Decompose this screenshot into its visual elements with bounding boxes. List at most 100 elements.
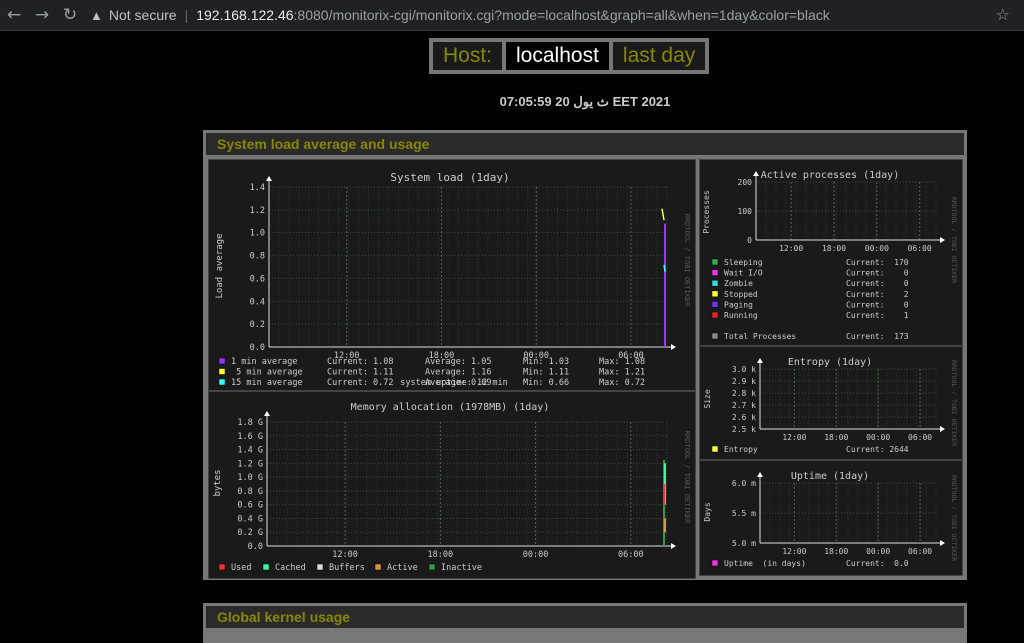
legend-swatch bbox=[218, 378, 226, 386]
y-tick-label: 1.0 bbox=[250, 229, 265, 239]
y-tick-label: 1.2 bbox=[250, 206, 265, 216]
y-tick-label: 2.8 k bbox=[732, 389, 756, 398]
legend-swatch bbox=[218, 563, 226, 571]
x-tick-label: 18:00 bbox=[428, 550, 454, 560]
star-icon[interactable]: ☆ bbox=[996, 5, 1010, 24]
reload-icon[interactable]: ↻ bbox=[56, 5, 84, 25]
legend-name: 1 min average bbox=[231, 357, 298, 367]
legend-name: Buffers bbox=[329, 563, 365, 573]
memory-panel: Memory allocation (1978MB) (1day) bytes … bbox=[208, 391, 696, 579]
security-label[interactable]: Not secure bbox=[109, 7, 177, 23]
y-tick-label: 0.4 G bbox=[237, 514, 263, 524]
arrow-right-icon[interactable]: → bbox=[28, 5, 56, 25]
load-uptime: system uptime: 12 min bbox=[400, 378, 507, 388]
legend-swatch bbox=[711, 445, 719, 453]
host-value: localhost bbox=[506, 42, 609, 70]
legend-name: Wait I/O bbox=[724, 269, 763, 278]
legend-name: 15 min average bbox=[231, 378, 303, 388]
y-tick-label: 1.0 G bbox=[237, 473, 263, 483]
y-tick-label: 2.7 k bbox=[732, 401, 756, 410]
y-tick-label: 0.6 bbox=[250, 274, 265, 284]
x-axis-arrow-icon bbox=[940, 237, 945, 243]
datetime: 07:05:59 20 ث يول EET 2021 bbox=[499, 94, 671, 109]
load-ylabel: Load average bbox=[215, 233, 225, 298]
url-separator: | bbox=[184, 7, 189, 23]
legend-swatch bbox=[374, 563, 382, 571]
y-tick-label: 1.2 G bbox=[237, 459, 263, 469]
y-tick-label: 0 bbox=[747, 236, 752, 245]
legend-min: Min: 0.66 bbox=[523, 378, 569, 388]
host-label: Host: bbox=[433, 42, 503, 70]
y-tick-label: 0.0 bbox=[248, 542, 263, 552]
memory-graph: Memory allocation (1978MB) (1day) bytes … bbox=[213, 402, 691, 573]
processes-plot-area: 200 100 0 12:00 18:00 00:00 06:00 bbox=[738, 171, 945, 253]
legend-max: Max: 1.21 bbox=[599, 368, 645, 378]
y-tick-label: 5.0 m bbox=[732, 539, 756, 548]
legend-current: Current: 0 bbox=[846, 269, 909, 278]
x-tick-label: 06:00 bbox=[908, 433, 932, 442]
processes-graph: Active processes (1day) Processes RRDTOO… bbox=[702, 170, 958, 341]
legend-swatch bbox=[711, 332, 719, 340]
legend-swatch bbox=[711, 301, 719, 308]
x-tick-label: 06:00 bbox=[618, 351, 644, 361]
legend-current: Current: 2644 bbox=[846, 445, 909, 454]
legend-swatch bbox=[218, 368, 226, 375]
legend-swatch bbox=[711, 290, 719, 298]
url-host[interactable]: 192.168.122.46 bbox=[196, 7, 293, 23]
x-axis-arrow-icon bbox=[940, 540, 945, 546]
x-tick-label: 00:00 bbox=[866, 433, 890, 442]
processes-side-text: RRDTOOL / TOBI OETIKER bbox=[950, 197, 958, 283]
legend-swatch bbox=[262, 563, 270, 571]
uptime-side-text: RRDTOOL / TOBI OETIKER bbox=[950, 475, 958, 561]
entropy-graph: Entropy (1day) Size RRDTOOL / TOBI OETIK… bbox=[703, 357, 958, 454]
legend-name: Active bbox=[387, 563, 418, 573]
memory-plot-area: 1.8 G 1.6 G 1.4 G 1.2 G 1.0 G 0.8 G 0.6 G 0.4 G… bbox=[237, 411, 676, 560]
y-axis-arrow-icon bbox=[757, 358, 763, 363]
entropy-plot-area: 3.0 k 2.9 k 2.8 k 2.7 k 2.6 k 2.5 k 12:00 18:00… bbox=[732, 358, 945, 442]
memory-title: Memory allocation (1978MB) (1day) bbox=[351, 402, 550, 413]
processes-ylabel: Processes bbox=[702, 190, 711, 234]
y-tick-label: 0.0 bbox=[250, 343, 265, 353]
y-tick-label: 0.6 G bbox=[237, 501, 263, 511]
uptime-title: Uptime (1day) bbox=[791, 471, 869, 482]
y-tick-label: 200 bbox=[738, 178, 753, 187]
warning-icon[interactable]: ▲ bbox=[90, 8, 103, 23]
legend-name: Used bbox=[231, 563, 251, 573]
system-section-title: System load average and usage bbox=[206, 133, 964, 155]
uptime-plot-area: 6.0 m 5.5 m 5.0 m 12:00 18:00 00:00 06:00 bbox=[732, 472, 945, 556]
legend-name: Running bbox=[724, 311, 758, 320]
legend-swatch bbox=[711, 311, 719, 319]
address-bar[interactable]: ▲ Not secure | 192.168.122.46:8080/monit… bbox=[90, 7, 830, 23]
x-tick-label: 12:00 bbox=[332, 550, 358, 560]
y-tick-label: 2.6 k bbox=[732, 413, 756, 422]
x-axis-arrow-icon bbox=[940, 426, 945, 432]
legend-current: Current: 2 bbox=[846, 290, 909, 299]
y-tick-label: 5.5 m bbox=[732, 509, 756, 518]
x-tick-label: 18:00 bbox=[824, 433, 848, 442]
memory-side-text: RRDTOOL / TOBI OETIKER bbox=[683, 431, 691, 525]
legend-average: Average: 1.16 bbox=[425, 368, 492, 378]
host-bar: Host: localhost last day bbox=[429, 38, 710, 74]
y-axis-arrow-icon bbox=[757, 472, 763, 477]
y-tick-label: 0.2 bbox=[250, 320, 265, 330]
legend-swatch bbox=[218, 357, 226, 365]
legend-name: Entropy bbox=[724, 445, 758, 454]
legend-swatch bbox=[428, 563, 436, 571]
legend-swatch bbox=[316, 563, 324, 571]
legend-current: Current: 0.72 bbox=[327, 378, 394, 388]
entropy-ylabel: Size bbox=[703, 389, 712, 408]
x-tick-label: 00:00 bbox=[865, 244, 889, 253]
arrow-left-icon[interactable]: ← bbox=[0, 5, 28, 25]
url-path[interactable]: :8080/monitorix-cgi/monitorix.cgi?mode=l… bbox=[294, 7, 830, 23]
x-axis-arrow-icon bbox=[671, 543, 676, 549]
uptime-panel: Uptime (1day) Days RRDTOOL / TOBI OETIKE… bbox=[699, 460, 963, 576]
y-tick-label: 100 bbox=[738, 207, 753, 216]
y-tick-label: 0.4 bbox=[250, 297, 265, 307]
browser-toolbar: ← → ↻ ▲ Not secure | 192.168.122.46:8080… bbox=[0, 0, 1024, 31]
legend-name: Zombie bbox=[724, 279, 753, 288]
legend-name: Inactive bbox=[441, 563, 482, 573]
period-label: last day bbox=[612, 42, 706, 70]
y-tick-label: 6.0 m bbox=[732, 479, 756, 488]
load-5min-trace bbox=[661, 208, 665, 221]
entropy-panel: Entropy (1day) Size RRDTOOL / TOBI OETIK… bbox=[699, 346, 963, 460]
